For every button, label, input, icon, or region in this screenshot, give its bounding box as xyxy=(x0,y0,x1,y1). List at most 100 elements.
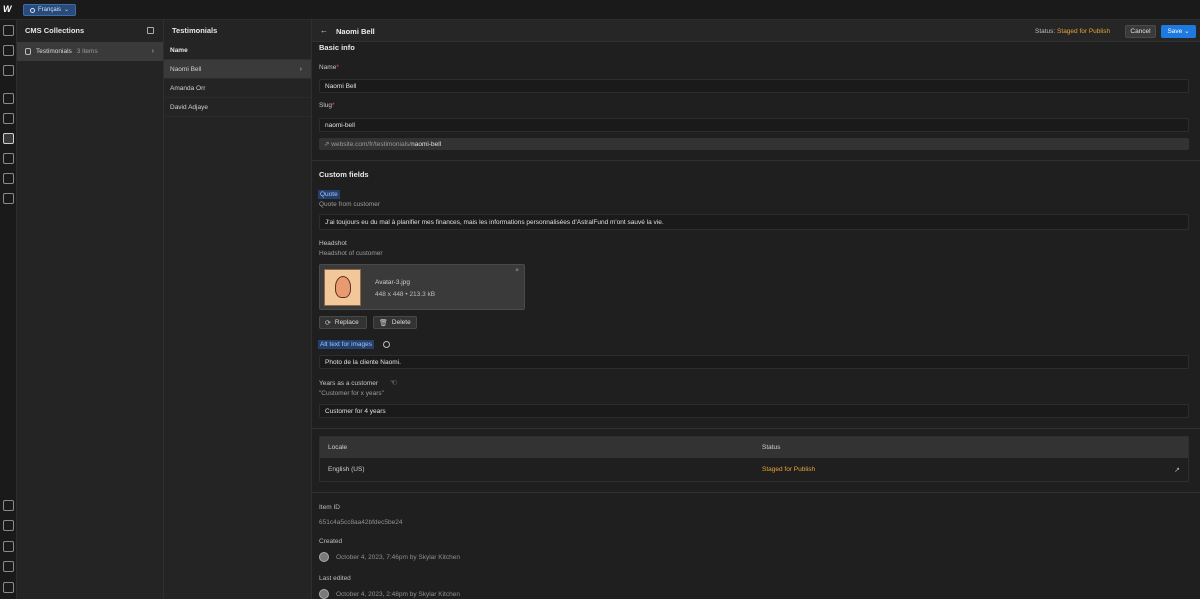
list-item[interactable]: Amanda Orr xyxy=(164,79,311,98)
delete-button[interactable]: 🗑 Delete xyxy=(373,316,417,329)
divider xyxy=(312,160,1200,161)
collections-header: CMS Collections xyxy=(17,20,163,42)
locale-switcher[interactable]: Français ⌄ xyxy=(23,4,77,16)
slug-url-preview[interactable]: ⇗ website.com/fr/testimonials/naomi-bell xyxy=(319,138,1189,150)
save-button[interactable]: Save ⌄ xyxy=(1161,25,1196,38)
divider xyxy=(312,492,1200,493)
years-help: "Customer for x years" xyxy=(319,390,384,397)
name-field[interactable]: Naomi Bell xyxy=(319,79,1189,93)
editor-header: ← Naomi Bell Status: Staged for Publish … xyxy=(312,20,1200,42)
headshot-thumbnail xyxy=(324,269,361,306)
back-arrow-icon[interactable]: ← xyxy=(320,26,328,35)
item-id-value: 651c4a5cc8aa42bfdec5be24 xyxy=(319,519,403,526)
headshot-label: Headshot xyxy=(319,240,347,247)
locale-cell: English (US) xyxy=(328,466,365,473)
collection-item-testimonials[interactable]: Testimonials 3 items › xyxy=(17,42,163,61)
database-icon xyxy=(25,48,31,55)
locale-label: Français xyxy=(38,7,62,13)
close-icon[interactable]: × xyxy=(515,267,519,274)
table-header: Locale Status xyxy=(320,437,1188,458)
collection-label: Testimonials xyxy=(36,48,72,55)
image-preview-card[interactable]: Avatar-3.jpg 448 x 448 • 213.3 kB × xyxy=(319,264,525,310)
external-link-icon[interactable]: ↗ xyxy=(1174,466,1180,474)
cursor-icon: ☜ xyxy=(390,378,398,387)
assets-icon[interactable] xyxy=(3,113,14,124)
item-name: Naomi Bell xyxy=(170,65,202,73)
last-edited-value: October 4, 2023, 2:48pm by Skylar Kitche… xyxy=(336,591,460,598)
replace-label: Replace xyxy=(334,319,359,326)
search-icon[interactable] xyxy=(3,561,14,572)
years-field[interactable]: Customer for 4 years xyxy=(319,404,1189,418)
status-value: Staged for Publish xyxy=(1057,28,1111,35)
page-icon[interactable] xyxy=(3,45,14,56)
chevron-down-icon: ⌄ xyxy=(64,7,70,13)
chevron-right-icon: › xyxy=(299,65,302,73)
status-label: Status: xyxy=(1035,28,1056,35)
globe-icon xyxy=(30,7,35,13)
new-collection-icon[interactable] xyxy=(147,27,154,34)
name-column-header[interactable]: Name xyxy=(164,42,311,60)
settings-icon[interactable] xyxy=(3,500,14,511)
name-label-text: Name xyxy=(319,64,337,71)
status-badge: Status: Staged for Publish xyxy=(1035,28,1110,35)
years-label: Years as a customer xyxy=(319,380,379,387)
refresh-icon: ⟳ xyxy=(325,319,331,327)
name-label: Name* xyxy=(319,64,339,71)
cancel-button[interactable]: Cancel xyxy=(1125,25,1156,38)
list-item[interactable]: Naomi Bell › xyxy=(164,60,311,79)
created-value: October 4, 2023, 7:46pm by Skylar Kitche… xyxy=(336,554,460,561)
status-cell: Staged for Publish xyxy=(762,466,816,473)
cms-icon[interactable] xyxy=(3,133,14,144)
slug-label: Slug* xyxy=(319,102,335,109)
users-icon[interactable] xyxy=(3,173,14,184)
add-icon[interactable] xyxy=(3,25,14,36)
items-header: Testimonials xyxy=(164,20,311,42)
url-prefix: website.com/fr/testimonials/ xyxy=(331,141,412,148)
item-name: Amanda Orr xyxy=(170,84,206,92)
item-editor: ← Naomi Bell Status: Staged for Publish … xyxy=(312,20,1200,599)
replace-button[interactable]: ⟳ Replace xyxy=(319,316,367,329)
url-slug: naomi-bell xyxy=(411,141,442,148)
apps-icon[interactable] xyxy=(3,582,14,593)
page-title: Naomi Bell xyxy=(336,27,375,36)
navigator-icon[interactable] xyxy=(3,65,14,76)
avatar xyxy=(319,589,329,599)
slug-field[interactable]: naomi-bell xyxy=(319,118,1189,132)
collections-title: CMS Collections xyxy=(25,26,85,35)
avatar xyxy=(319,552,329,562)
audit-icon[interactable] xyxy=(3,520,14,531)
components-icon[interactable] xyxy=(3,93,14,104)
save-label: Save xyxy=(1167,28,1183,35)
list-item[interactable]: David Adjaye xyxy=(164,98,311,117)
globe-icon[interactable] xyxy=(383,341,390,348)
divider xyxy=(312,428,1200,429)
trash-icon: 🗑 xyxy=(379,319,388,327)
alt-text-label: Alt text for images xyxy=(318,340,375,349)
top-bar: W Français ⌄ xyxy=(0,0,1200,20)
chevron-right-icon: › xyxy=(151,48,154,55)
headshot-help: Headshot of customer xyxy=(319,250,383,257)
collection-items-panel: Testimonials Name Naomi Bell › Amanda Or… xyxy=(164,20,312,599)
collection-count: 3 items xyxy=(76,48,98,55)
image-filename: Avatar-3.jpg xyxy=(375,279,410,286)
created-label: Created xyxy=(319,538,343,545)
table-row[interactable]: English (US) Staged for Publish ↗ xyxy=(320,458,1188,482)
item-id-label: Item ID xyxy=(319,504,340,511)
tasks-icon[interactable] xyxy=(3,541,14,552)
ecommerce-icon[interactable] xyxy=(3,193,14,204)
logic-icon[interactable] xyxy=(3,153,14,164)
status-column-header: Status xyxy=(762,444,781,451)
quote-field[interactable]: J'ai toujours eu du mal à planifier mes … xyxy=(319,214,1189,230)
delete-label: Delete xyxy=(391,319,411,326)
chevron-down-icon: ⌄ xyxy=(1184,28,1190,35)
basic-info-heading: Basic info xyxy=(319,43,355,52)
left-icon-rail xyxy=(0,20,17,599)
custom-fields-heading: Custom fields xyxy=(319,170,369,179)
locale-status-table: Locale Status English (US) Staged for Pu… xyxy=(319,436,1189,482)
required-marker: * xyxy=(332,102,335,109)
slug-label-text: Slug xyxy=(319,102,333,109)
locale-column-header: Locale xyxy=(328,444,348,451)
quote-help: Quote from customer xyxy=(319,201,381,208)
webflow-logo-icon[interactable]: W xyxy=(3,4,15,16)
alt-text-field[interactable]: Photo de la cliente Naomi. xyxy=(319,355,1189,369)
